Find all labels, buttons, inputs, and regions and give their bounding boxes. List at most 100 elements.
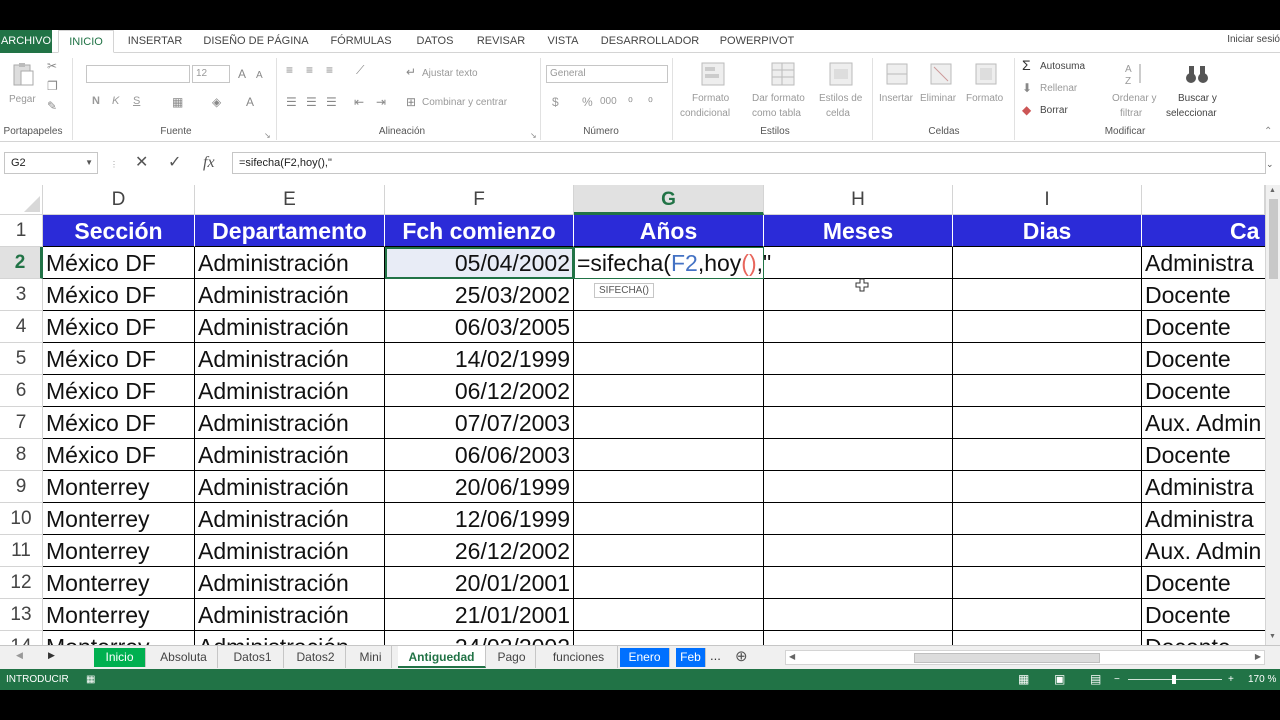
cell-dias[interactable]: [953, 247, 1142, 279]
cell-departamento[interactable]: Administración: [195, 407, 385, 439]
cell-departamento[interactable]: Administración: [195, 375, 385, 407]
cell-seccion[interactable]: Monterrey: [43, 503, 195, 535]
wrap-text-icon[interactable]: ↵: [406, 65, 416, 79]
row-header[interactable]: 11: [0, 535, 43, 567]
cell-anos[interactable]: [574, 631, 764, 645]
row-header[interactable]: 13: [0, 599, 43, 631]
cell-meses[interactable]: [764, 311, 953, 343]
cell-meses[interactable]: [764, 471, 953, 503]
row-header[interactable]: 14: [0, 631, 43, 645]
decrease-indent-icon[interactable]: ⇤: [354, 95, 364, 109]
cell-cargo[interactable]: Aux. Admin: [1142, 407, 1280, 439]
cell-meses[interactable]: [764, 503, 953, 535]
cell-dias[interactable]: [953, 279, 1142, 311]
cell-meses[interactable]: [764, 631, 953, 645]
cell-styles-label-1[interactable]: Estilos de: [819, 93, 862, 104]
cell-seccion[interactable]: Monterrey: [43, 535, 195, 567]
normal-view-icon[interactable]: ▦: [1018, 669, 1029, 690]
cell-dias[interactable]: [953, 631, 1142, 645]
cell-dias[interactable]: [953, 503, 1142, 535]
fill-button[interactable]: Rellenar: [1040, 83, 1077, 94]
orientation-icon[interactable]: ⟋: [356, 63, 364, 77]
cell-cargo[interactable]: Docente: [1142, 343, 1280, 375]
zoom-level[interactable]: 170 %: [1248, 669, 1276, 690]
name-box[interactable]: G2 ▼: [4, 152, 98, 174]
cell-fecha[interactable]: 24/02/2002: [385, 631, 574, 645]
cell-seccion[interactable]: México DF: [43, 375, 195, 407]
zoom-in-icon[interactable]: +: [1228, 669, 1234, 690]
row-header[interactable]: 1: [0, 215, 43, 247]
font-name-select[interactable]: [86, 65, 190, 83]
expand-formula-icon[interactable]: ⌄: [1266, 154, 1274, 174]
cell-dias[interactable]: [953, 599, 1142, 631]
cell-cargo[interactable]: Aux. Admin: [1142, 535, 1280, 567]
tab-archivo[interactable]: ARCHIVO: [0, 30, 52, 53]
align-middle-icon[interactable]: ≡: [306, 63, 313, 77]
percent-button[interactable]: %: [582, 95, 593, 109]
merge-center-button[interactable]: Combinar y centrar: [422, 97, 507, 108]
header-cell[interactable]: Años: [574, 215, 764, 247]
sort-filter-label-1[interactable]: Ordenar y: [1112, 93, 1156, 104]
cell-cargo[interactable]: Administra: [1142, 503, 1280, 535]
tab-desarrollador[interactable]: DESARROLLADOR: [594, 30, 706, 53]
function-tooltip[interactable]: SIFECHA(): [594, 283, 654, 298]
sheet-tab[interactable]: funciones: [540, 646, 618, 668]
cell-dias[interactable]: [953, 567, 1142, 599]
cell-anos[interactable]: [574, 471, 764, 503]
scroll-left-icon[interactable]: ◀: [789, 652, 795, 661]
cell-seccion[interactable]: Monterrey: [43, 631, 195, 645]
vertical-scroll-thumb[interactable]: [1269, 199, 1278, 279]
macro-record-icon[interactable]: ▦: [86, 669, 95, 690]
cell-seccion[interactable]: Monterrey: [43, 599, 195, 631]
bold-button[interactable]: N: [92, 95, 100, 107]
row-header[interactable]: 7: [0, 407, 43, 439]
format-cells-button[interactable]: Formato: [966, 93, 1003, 104]
horizontal-scroll-thumb[interactable]: [914, 653, 1100, 663]
sheet-tab[interactable]: Antiguedad: [398, 646, 486, 668]
font-color-icon[interactable]: A: [246, 95, 254, 109]
italic-button[interactable]: K: [112, 95, 119, 107]
select-all-corner[interactable]: [0, 185, 43, 215]
format-as-table-label-1[interactable]: Dar formato: [752, 93, 805, 104]
scroll-right-icon[interactable]: ▶: [1255, 652, 1261, 661]
shrink-font-icon[interactable]: A: [256, 69, 263, 83]
header-cell[interactable]: Dias: [953, 215, 1142, 247]
cell-fecha[interactable]: 20/06/1999: [385, 471, 574, 503]
format-cells-icon[interactable]: [973, 61, 999, 87]
conditional-format-label-1[interactable]: Formato: [692, 93, 729, 104]
currency-button[interactable]: $: [552, 95, 559, 109]
sheet-tab[interactable]: Datos1: [222, 646, 284, 668]
header-cell[interactable]: Meses: [764, 215, 953, 247]
increase-indent-icon[interactable]: ⇥: [376, 95, 386, 109]
cell-styles-label-2[interactable]: celda: [826, 108, 850, 119]
row-header[interactable]: 10: [0, 503, 43, 535]
zoom-out-icon[interactable]: −: [1114, 669, 1120, 690]
row-header[interactable]: 2: [0, 247, 43, 279]
cell-departamento[interactable]: Administración: [195, 247, 385, 279]
cell-fecha[interactable]: 06/03/2005: [385, 311, 574, 343]
cell-cargo[interactable]: Docente: [1142, 631, 1280, 645]
cell-cargo[interactable]: Docente: [1142, 567, 1280, 599]
align-center-icon[interactable]: ☰: [306, 95, 317, 109]
align-right-icon[interactable]: ☰: [326, 95, 337, 109]
row-header[interactable]: 12: [0, 567, 43, 599]
chevron-down-icon[interactable]: ▼: [85, 153, 93, 173]
cell-dias[interactable]: [953, 311, 1142, 343]
cell-dias[interactable]: [953, 535, 1142, 567]
column-header-j[interactable]: [1142, 185, 1265, 215]
fill-color-icon[interactable]: ◈: [212, 95, 221, 109]
cell-dias[interactable]: [953, 471, 1142, 503]
format-painter-icon[interactable]: ✎: [47, 99, 57, 113]
cell-anos[interactable]: [574, 311, 764, 343]
cell-seccion[interactable]: México DF: [43, 247, 195, 279]
cell-seccion[interactable]: México DF: [43, 279, 195, 311]
cell-anos[interactable]: [574, 407, 764, 439]
cell-departamento[interactable]: Administración: [195, 343, 385, 375]
cell-seccion[interactable]: México DF: [43, 311, 195, 343]
row-header[interactable]: 9: [0, 471, 43, 503]
cell-anos[interactable]: [574, 503, 764, 535]
cancel-icon[interactable]: ✕: [135, 153, 148, 173]
formula-input[interactable]: =sifecha(F2,hoy(),": [232, 152, 1266, 174]
cell-fecha[interactable]: 05/04/2002: [385, 247, 574, 279]
horizontal-scrollbar[interactable]: ◀ ▶: [785, 650, 1265, 665]
